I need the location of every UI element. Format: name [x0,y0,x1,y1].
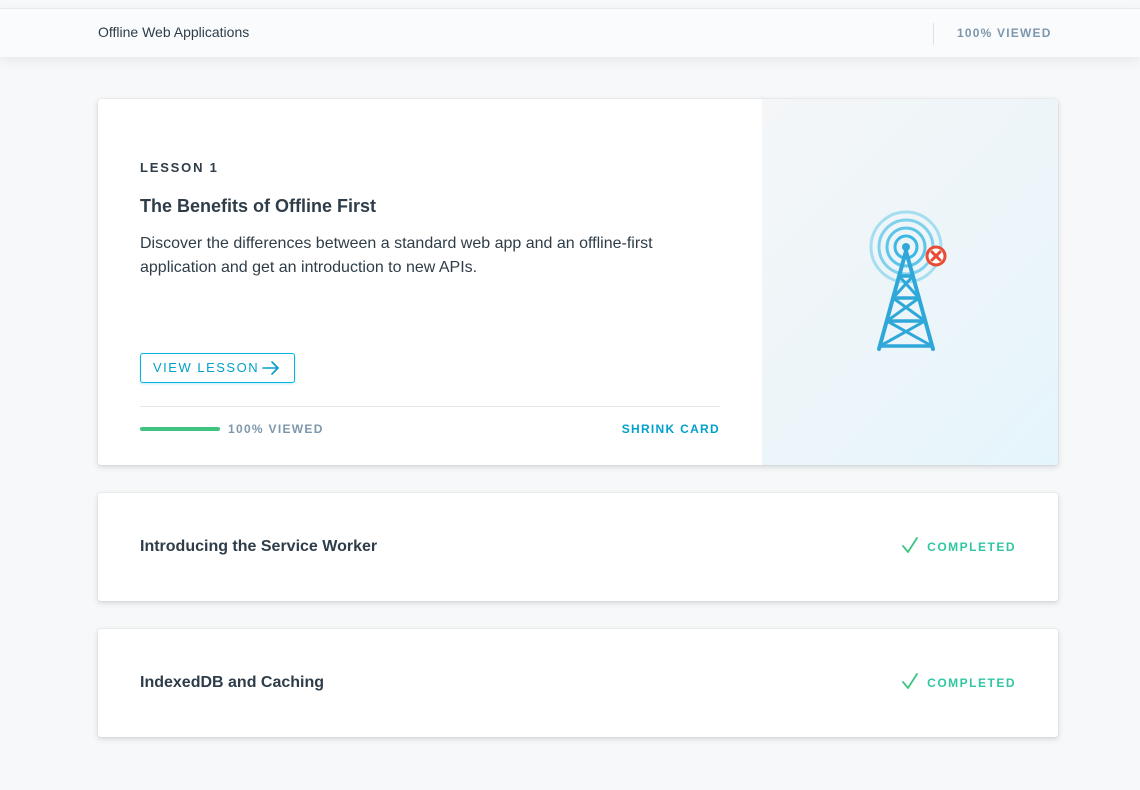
cell-tower-offline-icon [869,210,947,351]
lesson-progress-fill [140,427,220,431]
course-title[interactable]: Offline Web Applications [98,24,249,40]
lesson-status: COMPLETED [902,537,1016,557]
lesson-title[interactable]: Introducing the Service Worker [140,538,377,556]
check-icon [902,537,919,553]
lesson-title: The Benefits of Offline First [140,196,377,216]
lesson-illustration-panel [762,99,1058,465]
lesson-card-footer: 100% VIEWED SHRINK CARD [140,406,720,447]
lesson-progress-label: 100% VIEWED [228,422,324,436]
course-progress-status: 100% VIEWED [957,26,1052,40]
lesson-status: COMPLETED [902,673,1016,693]
view-lesson-button[interactable]: VIEW LESSON [140,353,295,383]
check-icon [902,673,919,689]
lesson-card[interactable]: IndexedDB and Caching COMPLETED [98,629,1058,737]
lesson-card[interactable]: Introducing the Service Worker COMPLETED [98,493,1058,601]
lesson-status-label: COMPLETED [927,676,1016,690]
lesson-title[interactable]: IndexedDB and Caching [140,674,324,692]
course-header: Offline Web Applications 100% VIEWED [0,8,1140,57]
header-divider [933,23,934,45]
shrink-card-link[interactable]: SHRINK CARD [622,422,720,436]
lesson-description: Discover the differences between a stand… [140,235,653,276]
lesson-status-label: COMPLETED [927,540,1016,554]
lesson-progress-bar [140,427,220,431]
lesson-number-label: LESSON 1 [140,160,219,175]
view-lesson-label: VIEW LESSON [153,360,260,375]
arrow-right-icon [262,361,279,375]
lesson-card-expanded: LESSON 1 The Benefits of Offline First D… [98,99,1058,465]
